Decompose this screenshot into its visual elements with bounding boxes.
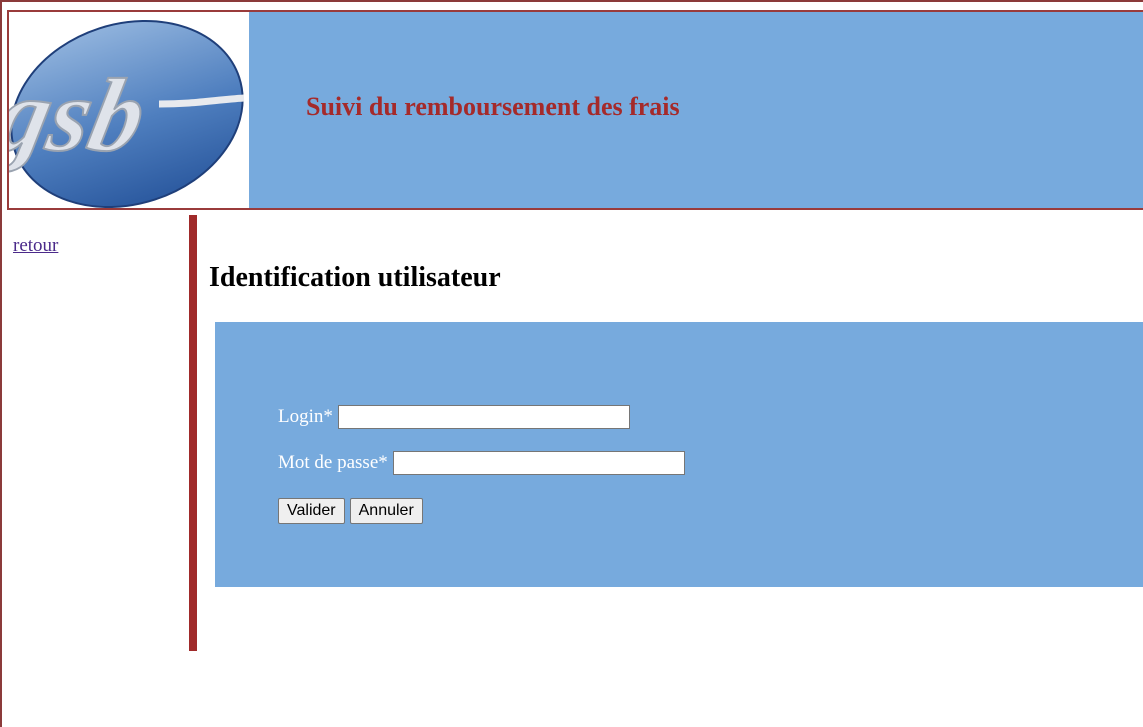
password-row: Mot de passe* xyxy=(278,451,685,475)
login-label: Login* xyxy=(278,406,333,427)
login-row: Login* xyxy=(278,405,630,429)
app-title: Suivi du remboursement des frais xyxy=(306,92,680,121)
header-banner: gsb Suivi du remboursement des frais xyxy=(7,10,1143,210)
form-buttons: Valider Annuler xyxy=(278,498,428,524)
password-input[interactable] xyxy=(392,451,685,475)
gsb-logo-text: gsb xyxy=(9,57,156,173)
back-link[interactable]: retour xyxy=(13,235,58,256)
submit-button[interactable]: Valider xyxy=(278,498,345,524)
sidebar: retour xyxy=(13,235,58,257)
page-left-border xyxy=(0,0,2,727)
page-title: Identification utilisateur xyxy=(209,262,501,293)
content-divider xyxy=(189,215,197,651)
gsb-logo-icon: gsb xyxy=(9,19,245,208)
cancel-button[interactable]: Annuler xyxy=(349,498,423,524)
login-input[interactable] xyxy=(337,405,630,429)
login-form: Login* Mot de passe* Valider Annuler xyxy=(215,322,1143,587)
password-label: Mot de passe* xyxy=(278,452,388,473)
page-top-border xyxy=(0,0,1143,2)
gsb-logo: gsb xyxy=(9,12,249,208)
